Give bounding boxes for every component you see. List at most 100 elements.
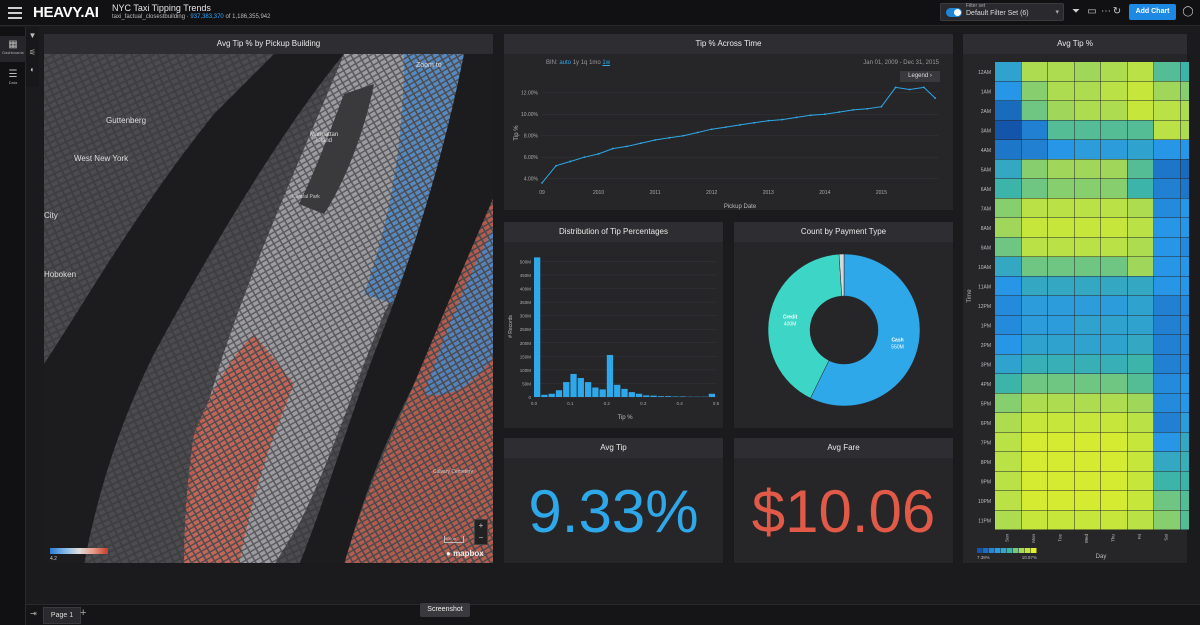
heatmap-cell [1101,413,1127,432]
sliders-icon[interactable]: ⚟ [26,44,39,61]
scale-bar: 500 m [444,536,464,543]
heatmap-cell [1074,140,1101,159]
heatmap-cell [995,159,1021,179]
heatmap-cell [1048,354,1074,374]
histogram-svg[interactable]: 0 50M 100M 150M 200M 250M 300M 350M 400M 450M 500M… [504,242,725,430]
y-tick-label: 5AM [981,167,991,173]
heatmap-cell [1101,276,1127,296]
data-point [640,142,642,145]
heatmap-cell [1127,491,1154,510]
map-color-legend[interactable] [50,548,108,554]
heatmap-cell [1154,218,1180,237]
x-tick-label: Tue [1057,534,1062,542]
add-page-icon[interactable]: + [80,607,86,619]
x-tick-label: 2014 [819,190,830,196]
x-tick-label: Sun [1004,534,1009,543]
y-tick-label: 12AM [978,70,991,76]
heatmap-cell [1021,335,1048,354]
filter-set-dropdown[interactable]: Filter set Default Filter Set (6) ▾ [940,3,1064,21]
x-tick-label: 09 [539,190,545,196]
y-tick-label: 5PM [981,401,991,407]
line-chart-title: Tip % Across Time [504,34,953,54]
add-chart-button[interactable]: Add Chart [1129,4,1176,20]
user-icon[interactable]: ◯ [1182,6,1194,18]
zoom-controls[interactable]: + − [474,519,488,545]
x-tick-label: 0.2 [604,401,611,406]
y-tick-label: 0 [528,395,531,400]
heatmap-cell [1048,62,1074,81]
histogram-bar [643,395,650,397]
filter-panel-icon[interactable]: ▼ [26,27,39,44]
heatmap-cell [1101,491,1127,510]
histogram-bar [563,382,570,397]
dashboard-subtitle: taxi_factual_closestbuilding · 937,383,3… [112,14,271,20]
filter-set-toggle[interactable] [946,8,962,17]
y-tick-label: 500M [520,259,532,264]
heatmap-cell [1127,276,1154,296]
heatmap-cell [1074,276,1101,296]
zoom-to-label[interactable]: Zoom to [416,62,442,69]
heatmap-cell [1074,218,1101,237]
heatmap-cell [1154,276,1180,296]
heatmap-svg[interactable]: 12AM 1AM 2AM 3AM 4AM 5AM 6AM 7AM 8AM 9AM 10AM 11AM 1… [963,54,1189,565]
heatmap-cell [1101,471,1127,491]
heatmap-cell [1048,335,1074,354]
heatmap-cell [1101,140,1127,159]
pie-svg[interactable]: Cash550M Credit400M [734,242,955,430]
heatmap-cell [1180,491,1189,510]
heatmap-cell [1127,159,1154,179]
sidebar-item-dashboards[interactable]: ▦ Dashboards [0,36,26,62]
y-tick-label: 300M [520,314,532,319]
x-axis-label: Pickup Date [724,204,757,210]
table-name[interactable]: taxi_factual_closestbuilding [112,14,185,20]
heatmap-cell [1127,510,1154,530]
heatmap-cell [995,491,1021,510]
heatmap-cell [1021,257,1048,276]
mapbox-logo[interactable]: ● mapbox [446,549,484,558]
heatmap-cell [1074,510,1101,530]
heatmap-cell [1180,335,1189,354]
histogram-bar [708,393,715,397]
heatmap-cell [1074,62,1101,81]
heatmap-cell [1180,159,1189,179]
heatmap-cell [1074,432,1101,452]
x-tick-label: 2011 [650,190,661,196]
palette-icon[interactable]: ◐ [26,61,39,78]
data-point [809,114,812,117]
data-point [880,105,883,108]
y-tick-label: 100M [520,368,532,373]
filter-icon[interactable]: ⏷ [1070,6,1082,18]
map-canvas[interactable]: Guttenberg West New York Manhattan Islan… [44,54,493,563]
comment-icon[interactable]: ▭ [1086,6,1098,18]
heatmap-cell [1101,237,1127,257]
heatmap-cell [1074,179,1101,198]
sidebar-item-label: Data [8,80,18,85]
heatmap-cell [1048,276,1074,296]
heatmap-cell [1127,296,1154,315]
line-chart-svg[interactable]: 4.00% 6.00% 8.00% 10.00% 12.00% 09 2010 2011 201… [504,54,955,212]
refresh-icon[interactable]: ↻ [1111,6,1123,18]
x-tick-label: 2012 [706,190,717,196]
heatmap-cell [995,393,1021,413]
dashboard-title[interactable]: NYC Taxi Tipping Trends [112,3,211,13]
line-chart-panel: Tip % Across Time BIN: auto 1y 1q 1mo 1w… [503,33,954,211]
heatmap-cell [1074,393,1101,413]
page-tab[interactable]: Page 1 [43,607,81,624]
data-point [583,156,586,159]
heatmap-cell [1074,491,1101,510]
heatmap-cell [995,257,1021,276]
menu-icon[interactable] [8,7,22,19]
page-bar: ⇥ Page 1 + [26,604,1200,625]
y-tick-label: 200M [520,341,532,346]
filter-set-label: Filter set [966,3,986,9]
heatmap-cell [995,276,1021,296]
collapse-icon[interactable]: ⇥ [30,609,37,618]
x-tick-label: 0.0 [531,401,538,406]
heatmap-cell [1048,413,1074,432]
heatmap-cell [1127,179,1154,198]
sidebar-item-data[interactable]: ☰ Data [0,66,26,92]
x-tick-label: Thu [1110,534,1115,542]
heatmap-cell [1048,452,1074,471]
y-tick-label: 7PM [981,440,991,446]
y-tick-label: 250M [520,327,532,332]
